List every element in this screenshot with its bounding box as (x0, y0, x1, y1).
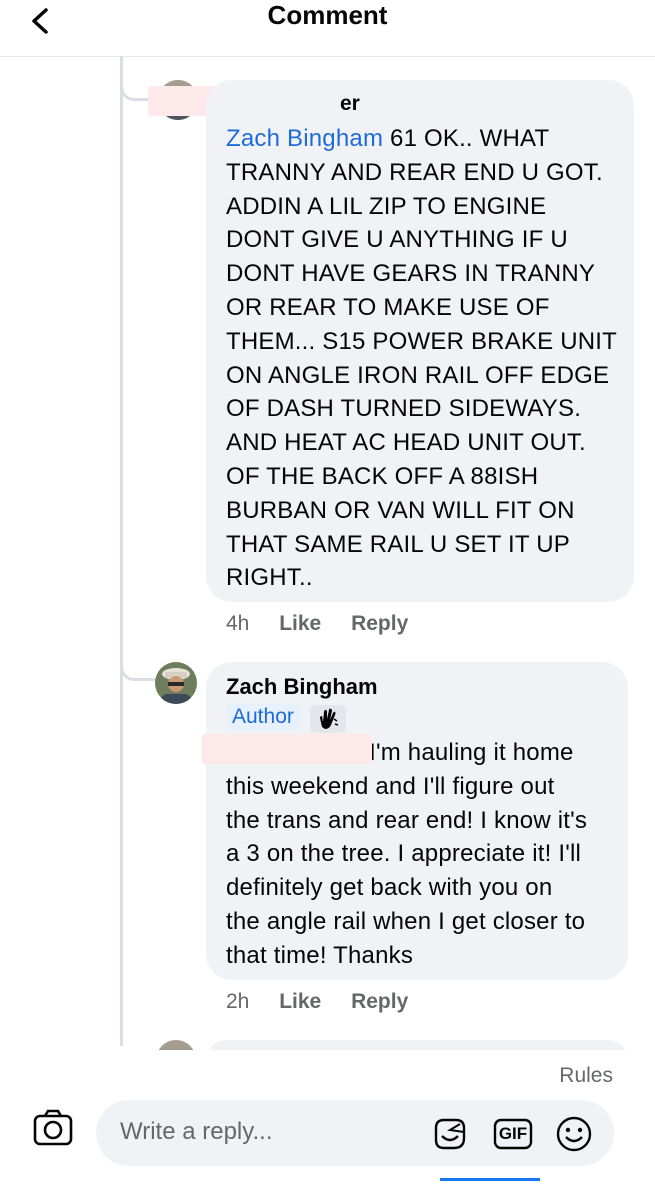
reply-input[interactable]: Write a reply... GIF (96, 1100, 614, 1166)
mention-link[interactable]: Zach Bingham (226, 125, 383, 152)
wave-badge (310, 704, 347, 733)
emoji-button[interactable] (554, 1114, 594, 1154)
wave-icon (320, 708, 339, 729)
reply-button[interactable]: Reply (351, 612, 408, 635)
sticker-button[interactable] (430, 1114, 470, 1154)
like-button[interactable]: Like (279, 612, 321, 635)
comment-time: 2h (226, 990, 250, 1013)
gif-button[interactable]: GIF (492, 1114, 533, 1154)
camera-icon (33, 1109, 73, 1146)
reply-composer: Rules Write a reply... GIF (0, 1050, 655, 1200)
header: Comment (0, 0, 655, 57)
page-title: Comment (267, 0, 388, 30)
rules-link[interactable]: Rules (559, 1064, 613, 1088)
comment-time: 4h (226, 612, 250, 635)
comment-meta: 4h Like Reply (226, 612, 432, 636)
avatar[interactable] (155, 662, 197, 704)
reply-button[interactable]: Reply (351, 990, 408, 1013)
thread-connector (120, 640, 157, 681)
thread-line (120, 56, 123, 1046)
sticker-icon (434, 1118, 466, 1150)
emoji-icon (556, 1116, 592, 1152)
comment-text: Zach Bingham 61 OK.. WHAT TRANNY AND REA… (226, 125, 617, 592)
comment-bubble: er Zach Bingham 61 OK.. WHAT TRANNY AND … (206, 80, 634, 602)
comment-meta: 2h Like Reply (226, 990, 432, 1014)
comment-author-partial: er (340, 92, 360, 115)
comment-author[interactable]: er (340, 92, 360, 116)
gif-label: GIF (498, 1124, 528, 1143)
redacted-mention (202, 734, 372, 764)
avatar-image (155, 662, 197, 704)
tab-indicator (440, 1178, 540, 1181)
comment-author[interactable]: Zach Bingham (226, 674, 378, 700)
like-button[interactable]: Like (279, 990, 321, 1013)
comment-text: r I'm hauling it home this weekend and I… (226, 739, 588, 969)
reply-placeholder: Write a reply... (120, 1118, 273, 1145)
author-badge: Author (226, 704, 300, 730)
camera-button[interactable] (30, 1105, 76, 1151)
comment-bubble: Zach Bingham Author r I'm hauling it hom… (206, 662, 628, 980)
